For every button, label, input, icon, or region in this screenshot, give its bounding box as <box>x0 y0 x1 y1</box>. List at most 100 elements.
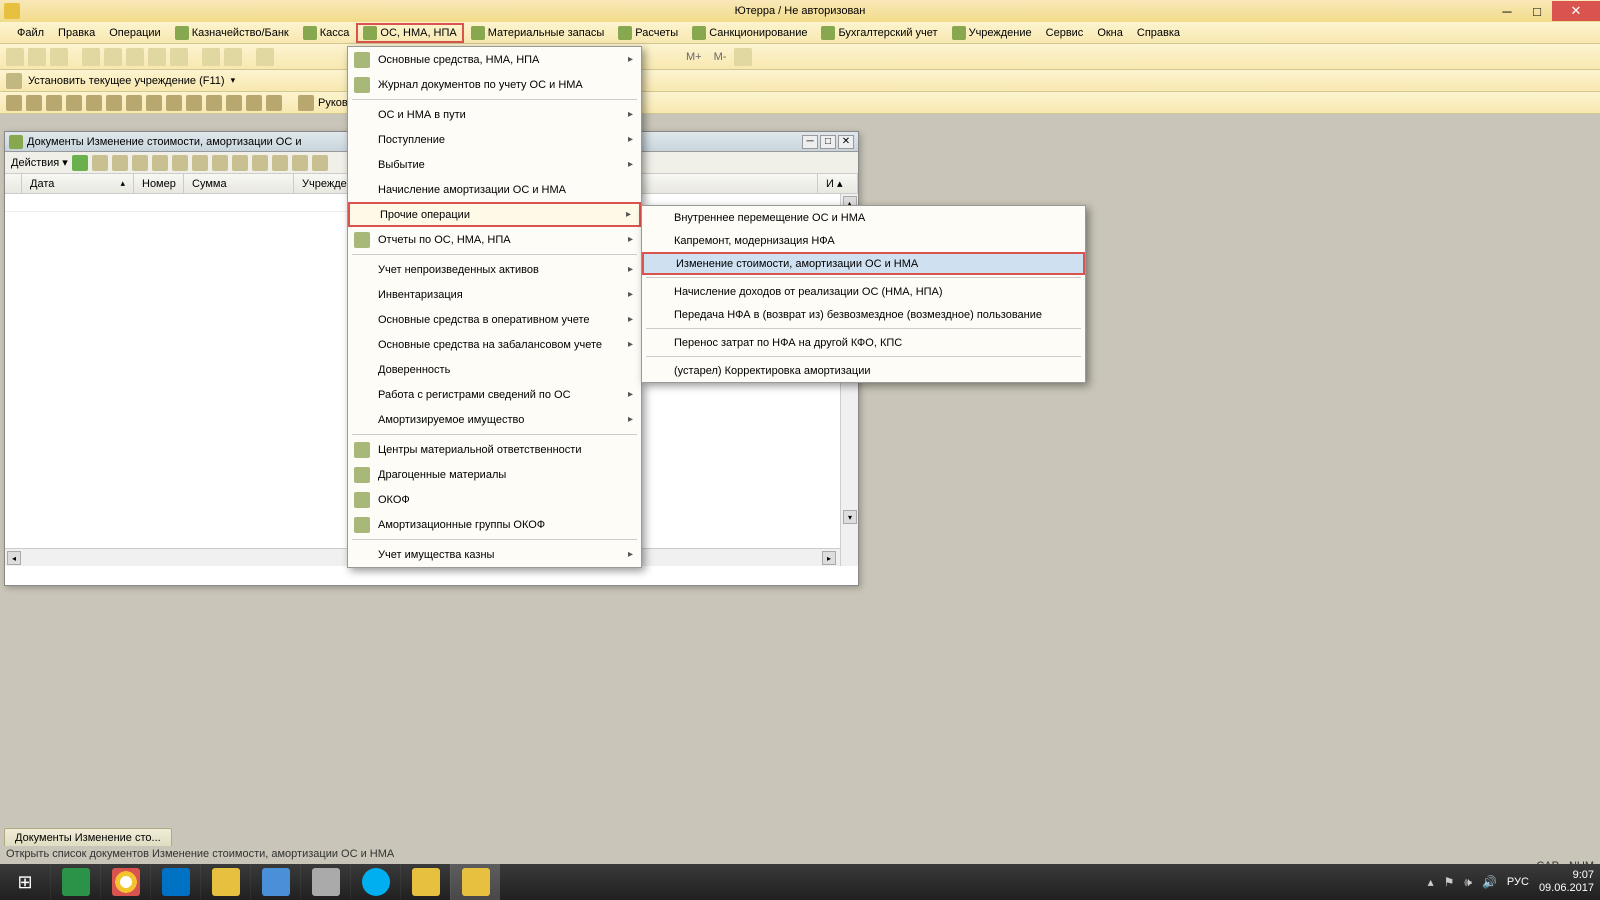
col-ia[interactable]: И ▴ <box>818 174 858 193</box>
calc-mminus[interactable]: M- <box>714 51 727 63</box>
menu-item-centers[interactable]: Центры материальной ответственности <box>348 437 641 462</box>
doc-minimize-button[interactable]: ─ <box>802 135 818 149</box>
taskbar-chrome[interactable] <box>100 864 150 900</box>
col-marker[interactable] <box>5 174 22 193</box>
menu-os-nma[interactable]: ОС, НМА, НПА <box>356 23 463 43</box>
menu-edit[interactable]: Правка <box>51 24 102 42</box>
menu-item-in-transit[interactable]: ОС и НМА в пути▸ <box>348 102 641 127</box>
dt-go[interactable] <box>172 155 188 171</box>
menu-treasury[interactable]: Казначейство/Банк <box>168 23 296 43</box>
submenu-item-cost-change[interactable]: Изменение стоимости, амортизации ОС и НМ… <box>642 252 1085 275</box>
tray-network-icon[interactable]: 🕪 <box>1464 875 1472 890</box>
menu-item-okof[interactable]: ОКОФ <box>348 487 641 512</box>
qt-13[interactable] <box>246 95 262 111</box>
tool-preview[interactable] <box>170 48 188 66</box>
taskbar-1c-active[interactable] <box>450 864 500 900</box>
tray-sound-icon[interactable]: 🔊 <box>1482 875 1497 889</box>
qt-14[interactable] <box>266 95 282 111</box>
menu-item-precious[interactable]: Драгоценные материалы <box>348 462 641 487</box>
menu-item-offbalance[interactable]: Основные средства на забалансовом учете▸ <box>348 332 641 357</box>
tray-flag-icon[interactable]: ⚑ <box>1444 875 1455 889</box>
qt-5[interactable] <box>86 95 102 111</box>
qt-11[interactable] <box>206 95 222 111</box>
taskbar-app1[interactable] <box>250 864 300 900</box>
tool-open[interactable] <box>28 48 46 66</box>
menu-institution[interactable]: Учреждение <box>945 23 1039 43</box>
institution-set-label[interactable]: Установить текущее учреждение (F11) <box>28 75 225 87</box>
dt-more3[interactable] <box>292 155 308 171</box>
menu-item-operative[interactable]: Основные средства в оперативном учете▸ <box>348 307 641 332</box>
col-org[interactable]: Учрежде <box>294 174 354 193</box>
taskbar-outlook[interactable] <box>150 864 200 900</box>
tool-print[interactable] <box>148 48 166 66</box>
taskbar-app2[interactable] <box>300 864 350 900</box>
dt-add[interactable] <box>72 155 88 171</box>
qt-1[interactable] <box>6 95 22 111</box>
menu-item-inventory[interactable]: Инвентаризация▸ <box>348 282 641 307</box>
tool-paste[interactable] <box>126 48 144 66</box>
submenu-item-transfer-nfa[interactable]: Передача НФА в (возврат из) безвозмездно… <box>642 303 1085 326</box>
menu-materials[interactable]: Материальные запасы <box>464 23 612 43</box>
dt-find[interactable] <box>232 155 248 171</box>
dt-more4[interactable] <box>312 155 328 171</box>
submenu-item-cost-transfer[interactable]: Перенос затрат по НФА на другой КФО, КПС <box>642 331 1085 354</box>
menu-item-amort-prop[interactable]: Амортизируемое имущество▸ <box>348 407 641 432</box>
start-button[interactable]: ⊞ <box>0 864 50 900</box>
close-button[interactable]: ✕ <box>1552 1 1600 21</box>
qt-3[interactable] <box>46 95 62 111</box>
dt-edit[interactable] <box>112 155 128 171</box>
menu-item-journal[interactable]: Журнал документов по учету ОС и НМА <box>348 72 641 97</box>
tray-up-icon[interactable]: ▴ <box>1428 875 1434 889</box>
menu-item-registers[interactable]: Работа с регистрами сведений по ОС▸ <box>348 382 641 407</box>
menu-help[interactable]: Справка <box>1130 24 1187 42</box>
tool-search[interactable] <box>256 48 274 66</box>
col-date[interactable]: Дата▴ <box>22 174 134 193</box>
menu-item-proxy[interactable]: Доверенность <box>348 357 641 382</box>
qt-4[interactable] <box>66 95 82 111</box>
tray-clock[interactable]: 9:07 09.06.2017 <box>1539 869 1594 895</box>
menu-item-disposal[interactable]: Выбытие▸ <box>348 152 641 177</box>
col-number[interactable]: Номер <box>134 174 184 193</box>
menu-item-treasury-prop[interactable]: Учет имущества казны▸ <box>348 542 641 567</box>
dt-refresh[interactable] <box>152 155 168 171</box>
tool-undo[interactable] <box>202 48 220 66</box>
menu-file[interactable]: Файл <box>10 24 51 42</box>
dt-more1[interactable] <box>252 155 268 171</box>
menu-item-reports[interactable]: Отчеты по ОС, НМА, НПА▸ <box>348 227 641 252</box>
taskbar-1c-2[interactable] <box>400 864 450 900</box>
qt-2[interactable] <box>26 95 42 111</box>
calc-mplus[interactable]: M+ <box>686 51 702 63</box>
submenu-item-internal-move[interactable]: Внутреннее перемещение ОС и НМА <box>642 206 1085 229</box>
menu-item-os-nma-npa[interactable]: Основные средства, НМА, НПА▸ <box>348 47 641 72</box>
tool-cut[interactable] <box>82 48 100 66</box>
scroll-left-icon[interactable]: ◂ <box>7 551 21 565</box>
mdi-tab[interactable]: Документы Изменение сто... <box>4 828 172 848</box>
qt-7[interactable] <box>126 95 142 111</box>
menu-item-nonprod[interactable]: Учет непроизведенных активов▸ <box>348 257 641 282</box>
qt-8[interactable] <box>146 95 162 111</box>
menu-item-other-ops[interactable]: Прочие операции▸ <box>348 202 641 227</box>
menu-windows[interactable]: Окна <box>1090 24 1130 42</box>
dt-del[interactable] <box>132 155 148 171</box>
qt-9[interactable] <box>166 95 182 111</box>
dt-more2[interactable] <box>272 155 288 171</box>
qt-6[interactable] <box>106 95 122 111</box>
col-sum[interactable]: Сумма <box>184 174 294 193</box>
menu-cash[interactable]: Касса <box>296 23 357 43</box>
tool-calc[interactable] <box>734 48 752 66</box>
scroll-down-icon[interactable]: ▾ <box>843 510 857 524</box>
doc-maximize-button[interactable]: □ <box>820 135 836 149</box>
menu-item-amort-groups[interactable]: Амортизационные группы ОКОФ <box>348 512 641 537</box>
qt-15[interactable] <box>298 95 314 111</box>
submenu-item-capremont[interactable]: Капремонт, модернизация НФА <box>642 229 1085 252</box>
menu-service[interactable]: Сервис <box>1039 24 1091 42</box>
menu-sanction[interactable]: Санкционирование <box>685 23 814 43</box>
minimize-button[interactable]: ─ <box>1492 1 1522 21</box>
submenu-item-revenue[interactable]: Начисление доходов от реализации ОС (НМА… <box>642 280 1085 303</box>
qt-10[interactable] <box>186 95 202 111</box>
taskbar-skype[interactable] <box>350 864 400 900</box>
tool-save[interactable] <box>50 48 68 66</box>
menu-item-receipt[interactable]: Поступление▸ <box>348 127 641 152</box>
maximize-button[interactable]: □ <box>1522 1 1552 21</box>
dt-copy[interactable] <box>92 155 108 171</box>
